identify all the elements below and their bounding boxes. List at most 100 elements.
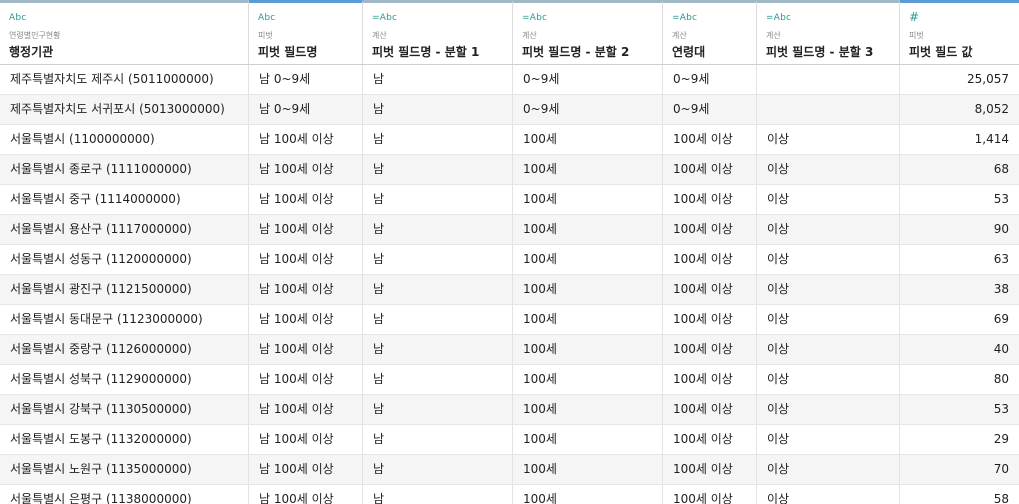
pivot-field-value-cell[interactable]: 40 — [900, 335, 1019, 365]
admin-agency-cell[interactable]: 서울특별시 동대문구 (1123000000) — [0, 305, 249, 335]
pivot-field-name-cell[interactable]: 남 100세 이상 — [249, 215, 363, 245]
split-1-cell[interactable]: 남 — [363, 65, 513, 95]
table-row[interactable]: 서울특별시 강북구 (1130500000) 남 100세 이상 남 100세 100세… — [0, 395, 1019, 425]
split-2-cell[interactable]: 100세 — [513, 125, 663, 155]
split-1-cell[interactable]: 남 — [363, 305, 513, 335]
table-row[interactable]: 서울특별시 용산구 (1117000000) 남 100세 이상 남 100세 100세… — [0, 215, 1019, 245]
split-1-cell[interactable]: 남 — [363, 155, 513, 185]
split-3-cell[interactable] — [757, 95, 900, 125]
pivot-field-value-cell[interactable]: 90 — [900, 215, 1019, 245]
pivot-field-value-cell[interactable]: 25,057 — [900, 65, 1019, 95]
age-group-cell[interactable]: 100세 이상 — [663, 245, 757, 275]
split-3-cell[interactable]: 이상 — [757, 275, 900, 305]
split-2-cell[interactable]: 100세 — [513, 245, 663, 275]
table-row[interactable]: 서울특별시 성동구 (1120000000) 남 100세 이상 남 100세 100세… — [0, 245, 1019, 275]
column-header-pivot-field-name[interactable]: Abc 피벗 피벗 필드명 — [249, 0, 363, 64]
calculated-string-type-icon[interactable]: =Abc — [372, 13, 397, 23]
split-2-cell[interactable]: 100세 — [513, 155, 663, 185]
calculated-string-type-icon[interactable]: =Abc — [766, 13, 791, 23]
split-1-cell[interactable]: 남 — [363, 425, 513, 455]
split-1-cell[interactable]: 남 — [363, 455, 513, 485]
split-3-cell[interactable]: 이상 — [757, 425, 900, 455]
table-row[interactable]: 서울특별시 종로구 (1111000000) 남 100세 이상 남 100세 100세… — [0, 155, 1019, 185]
pivot-field-value-cell[interactable]: 53 — [900, 185, 1019, 215]
split-1-cell[interactable]: 남 — [363, 275, 513, 305]
age-group-cell[interactable]: 100세 이상 — [663, 215, 757, 245]
pivot-field-name-cell[interactable]: 남 100세 이상 — [249, 365, 363, 395]
table-row[interactable]: 서울특별시 광진구 (1121500000) 남 100세 이상 남 100세 100세… — [0, 275, 1019, 305]
admin-agency-cell[interactable]: 서울특별시 노원구 (1135000000) — [0, 455, 249, 485]
split-2-cell[interactable]: 100세 — [513, 305, 663, 335]
pivot-field-name-cell[interactable]: 남 100세 이상 — [249, 275, 363, 305]
split-2-cell[interactable]: 100세 — [513, 425, 663, 455]
pivot-field-name-cell[interactable]: 남 100세 이상 — [249, 485, 363, 504]
age-group-cell[interactable]: 100세 이상 — [663, 155, 757, 185]
pivot-field-value-cell[interactable]: 8,052 — [900, 95, 1019, 125]
pivot-field-value-cell[interactable]: 69 — [900, 305, 1019, 335]
pivot-field-value-cell[interactable]: 63 — [900, 245, 1019, 275]
split-3-cell[interactable]: 이상 — [757, 185, 900, 215]
split-2-cell[interactable]: 0~9세 — [513, 95, 663, 125]
column-header-split-2[interactable]: =Abc 계산 피벗 필드명 - 분할 2 — [513, 0, 663, 64]
column-header-age-group[interactable]: =Abc 계산 연령대 — [663, 0, 757, 64]
column-header-split-3[interactable]: =Abc 계산 피벗 필드명 - 분할 3 — [757, 0, 900, 64]
column-header-split-1[interactable]: =Abc 계산 피벗 필드명 - 분할 1 — [363, 0, 513, 64]
admin-agency-cell[interactable]: 서울특별시 (1100000000) — [0, 125, 249, 155]
pivot-field-name-cell[interactable]: 남 100세 이상 — [249, 245, 363, 275]
age-group-cell[interactable]: 100세 이상 — [663, 395, 757, 425]
age-group-cell[interactable]: 100세 이상 — [663, 185, 757, 215]
admin-agency-cell[interactable]: 서울특별시 성북구 (1129000000) — [0, 365, 249, 395]
age-group-cell[interactable]: 100세 이상 — [663, 425, 757, 455]
age-group-cell[interactable]: 100세 이상 — [663, 485, 757, 504]
calculated-string-type-icon[interactable]: =Abc — [522, 13, 547, 23]
admin-agency-cell[interactable]: 서울특별시 은평구 (1138000000) — [0, 485, 249, 504]
split-3-cell[interactable]: 이상 — [757, 155, 900, 185]
split-3-cell[interactable]: 이상 — [757, 305, 900, 335]
age-group-cell[interactable]: 100세 이상 — [663, 275, 757, 305]
split-2-cell[interactable]: 100세 — [513, 185, 663, 215]
age-group-cell[interactable]: 100세 이상 — [663, 365, 757, 395]
admin-agency-cell[interactable]: 서울특별시 성동구 (1120000000) — [0, 245, 249, 275]
column-header-pivot-field-value[interactable]: # 피벗 피벗 필드 값 — [900, 0, 1019, 64]
admin-agency-cell[interactable]: 제주특별자치도 제주시 (5011000000) — [0, 65, 249, 95]
pivot-field-name-cell[interactable]: 남 100세 이상 — [249, 305, 363, 335]
table-row[interactable]: 서울특별시 도봉구 (1132000000) 남 100세 이상 남 100세 100세… — [0, 425, 1019, 455]
age-group-cell[interactable]: 100세 이상 — [663, 125, 757, 155]
pivot-field-name-cell[interactable]: 남 100세 이상 — [249, 455, 363, 485]
split-3-cell[interactable]: 이상 — [757, 335, 900, 365]
split-3-cell[interactable]: 이상 — [757, 395, 900, 425]
table-row[interactable]: 서울특별시 동대문구 (1123000000) 남 100세 이상 남 100세 100… — [0, 305, 1019, 335]
pivot-field-value-cell[interactable]: 1,414 — [900, 125, 1019, 155]
split-3-cell[interactable]: 이상 — [757, 245, 900, 275]
table-row[interactable]: 서울특별시 은평구 (1138000000) 남 100세 이상 남 100세 100세… — [0, 485, 1019, 504]
table-row[interactable]: 서울특별시 성북구 (1129000000) 남 100세 이상 남 100세 100세… — [0, 365, 1019, 395]
split-1-cell[interactable]: 남 — [363, 335, 513, 365]
split-1-cell[interactable]: 남 — [363, 365, 513, 395]
pivot-field-value-cell[interactable]: 38 — [900, 275, 1019, 305]
admin-agency-cell[interactable]: 서울특별시 중구 (1114000000) — [0, 185, 249, 215]
table-row[interactable]: 서울특별시 노원구 (1135000000) 남 100세 이상 남 100세 100세… — [0, 455, 1019, 485]
table-row[interactable]: 서울특별시 중구 (1114000000) 남 100세 이상 남 100세 100세 … — [0, 185, 1019, 215]
admin-agency-cell[interactable]: 서울특별시 용산구 (1117000000) — [0, 215, 249, 245]
age-group-cell[interactable]: 100세 이상 — [663, 335, 757, 365]
split-2-cell[interactable]: 100세 — [513, 215, 663, 245]
split-1-cell[interactable]: 남 — [363, 125, 513, 155]
admin-agency-cell[interactable]: 서울특별시 종로구 (1111000000) — [0, 155, 249, 185]
admin-agency-cell[interactable]: 서울특별시 강북구 (1130500000) — [0, 395, 249, 425]
pivot-field-name-cell[interactable]: 남 100세 이상 — [249, 125, 363, 155]
pivot-field-name-cell[interactable]: 남 100세 이상 — [249, 395, 363, 425]
split-3-cell[interactable]: 이상 — [757, 455, 900, 485]
string-type-icon[interactable]: Abc — [9, 13, 26, 23]
split-3-cell[interactable] — [757, 65, 900, 95]
admin-agency-cell[interactable]: 서울특별시 중랑구 (1126000000) — [0, 335, 249, 365]
split-2-cell[interactable]: 100세 — [513, 365, 663, 395]
pivot-field-name-cell[interactable]: 남 0~9세 — [249, 95, 363, 125]
age-group-cell[interactable]: 100세 이상 — [663, 305, 757, 335]
split-2-cell[interactable]: 100세 — [513, 485, 663, 504]
age-group-cell[interactable]: 100세 이상 — [663, 455, 757, 485]
pivot-field-name-cell[interactable]: 남 100세 이상 — [249, 335, 363, 365]
split-1-cell[interactable]: 남 — [363, 395, 513, 425]
split-2-cell[interactable]: 100세 — [513, 335, 663, 365]
split-3-cell[interactable]: 이상 — [757, 485, 900, 504]
pivot-field-name-cell[interactable]: 남 100세 이상 — [249, 185, 363, 215]
